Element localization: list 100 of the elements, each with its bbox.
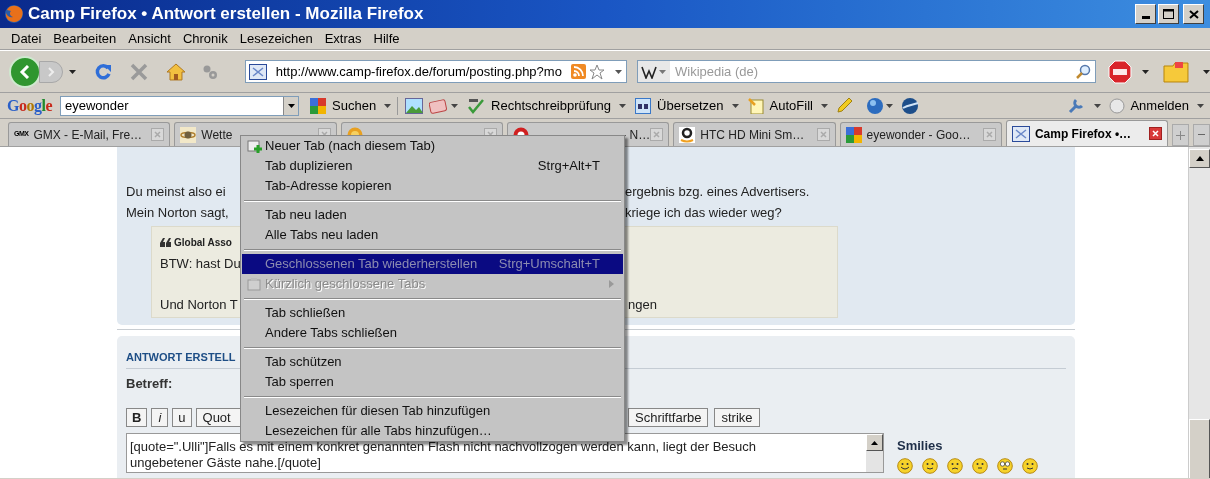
site-icon — [1011, 125, 1030, 142]
back-button[interactable] — [9, 55, 41, 88]
close-button[interactable] — [1183, 4, 1204, 24]
earth-icon[interactable] — [900, 96, 919, 115]
query-field[interactable]: eyewonder — [60, 95, 299, 116]
smiley-icon[interactable] — [947, 458, 963, 474]
format-button[interactable]: B — [126, 408, 148, 427]
menu-item[interactable]: Tab neu laden — [242, 205, 623, 225]
maximize-button[interactable] — [1158, 4, 1179, 24]
search-field[interactable]: Wikipedia (de) — [637, 60, 1097, 83]
dropdown-arrow-icon[interactable] — [451, 103, 459, 108]
format-button[interactable]: Schriftfarbe — [628, 408, 709, 427]
menu-item[interactable]: Tab duplizieren Strg+Alt+T — [242, 156, 623, 176]
scroll-up-button[interactable] — [1189, 149, 1210, 168]
menu-item[interactable]: Hilfe — [367, 29, 406, 48]
dropdown-arrow-icon[interactable] — [1197, 103, 1204, 108]
dropdown-arrow-icon[interactable] — [384, 103, 392, 108]
dropdown-arrow-icon[interactable] — [1203, 69, 1210, 74]
stop-sign-icon[interactable] — [1108, 59, 1133, 84]
toolbar-button[interactable]: Rechtschreibprüfung — [466, 94, 613, 117]
menu-item[interactable]: Ansicht — [122, 29, 177, 48]
tab[interactable]: HTC HD Mini Sm… — [673, 122, 836, 146]
folder-icon[interactable] — [1163, 60, 1189, 83]
smiley-icon[interactable] — [922, 458, 938, 474]
menu-item[interactable]: Bearbeiten — [47, 29, 123, 48]
close-icon — [1188, 9, 1199, 19]
new-tab-icon — [247, 139, 263, 154]
minimize-button[interactable] — [1135, 4, 1156, 24]
search-engine-button[interactable] — [638, 61, 670, 82]
sign-in-button[interactable]: Anmelden — [1109, 95, 1189, 116]
menu-item[interactable]: Tab sperren — [242, 372, 623, 392]
dropdown-arrow-icon[interactable] — [820, 103, 828, 108]
format-button[interactable]: i — [151, 408, 169, 427]
dropdown-arrow-icon[interactable] — [619, 103, 627, 108]
toolbar-button[interactable]: Übersetzen — [634, 94, 725, 117]
smiley-icon[interactable] — [1022, 458, 1038, 474]
google-g-icon — [845, 126, 862, 143]
menu-item[interactable]: Extras — [318, 29, 368, 48]
menu-item[interactable]: Alle Tabs neu laden — [242, 225, 623, 245]
tab-title: Wette — [201, 126, 233, 144]
card-icon[interactable] — [429, 97, 448, 114]
menu-item[interactable]: Tab-Adresse kopieren — [242, 176, 623, 196]
globe-icon[interactable] — [865, 96, 884, 115]
dropdown-arrow-icon[interactable] — [68, 69, 76, 74]
menu-item[interactable]: Tab schließen — [242, 303, 623, 323]
url-field[interactable]: http://www.camp-firefox.de/forum/posting.php?mo — [244, 60, 627, 83]
dropdown-arrow-icon[interactable] — [731, 103, 739, 108]
menu-item[interactable]: Datei — [5, 29, 48, 48]
image-icon[interactable] — [405, 97, 424, 114]
toolbar-button[interactable]: AutoFill — [746, 94, 814, 117]
dropdown-arrow-icon[interactable] — [885, 103, 893, 108]
menu-item[interactable]: Chronik — [176, 29, 234, 48]
tab[interactable]: eyewonder - Goo… — [839, 122, 1002, 146]
menu-item[interactable]: Lesezeichen — [233, 29, 319, 48]
google-g-icon — [310, 97, 326, 114]
tab-icon — [247, 277, 262, 291]
tab-close-icon[interactable] — [1149, 127, 1163, 140]
wrench-icon[interactable] — [1067, 96, 1086, 115]
url-text: http://www.camp-firefox.de/forum/posting.php?mo — [275, 62, 562, 81]
tab[interactable]: Camp Firefox •… — [1005, 120, 1169, 146]
post-text: Du meinst also ei — [126, 184, 226, 199]
smiley-icon[interactable] — [997, 458, 1013, 474]
quote-author: Global Asso — [174, 236, 232, 250]
planet-icon — [180, 126, 197, 143]
message-text-line: [quote=".Ulli"]Falls es mit einem konkret genannten Flash nicht nachvollzogen werden kann, liegt der Besuch — [130, 439, 756, 455]
toolbar-button[interactable]: Suchen — [309, 94, 378, 117]
format-button[interactable]: u — [172, 408, 192, 427]
window-title: Camp Firefox • Antwort erstellen - Mozilla Firefox — [28, 3, 424, 26]
scroll-thumb[interactable] — [1189, 419, 1210, 478]
tab-title: eyewonder - Goo… — [866, 126, 971, 144]
dropdown-arrow-icon[interactable] — [1094, 103, 1102, 108]
up-arrow-icon — [1195, 156, 1204, 161]
dropdown-arrow-icon[interactable] — [615, 69, 622, 74]
tab-title: - N… — [622, 126, 651, 144]
search-input[interactable]: Wikipedia (de) — [675, 61, 1076, 82]
query-text: eyewonder — [64, 96, 130, 115]
post-text: kriege ich das wieder weg? — [625, 204, 782, 222]
scroll-up-button[interactable] — [866, 434, 883, 451]
dropdown-button[interactable] — [283, 96, 298, 115]
dropdown-arrow-icon[interactable] — [287, 103, 295, 108]
post-text: ergebnis bzg. eines Advertisers. — [625, 183, 810, 201]
post-text: Mein Norton sagt, — [126, 205, 229, 220]
quote-text: BTW: hast Du — [160, 256, 241, 271]
tab-title: Camp Firefox •… — [1034, 125, 1132, 143]
google-logo: Google — [7, 95, 52, 117]
format-button[interactable]: strike — [714, 408, 760, 427]
dropdown-arrow-icon[interactable] — [1142, 69, 1150, 74]
menu-item[interactable]: Andere Tabs schließen — [242, 323, 623, 343]
search-icon[interactable] — [1075, 63, 1092, 80]
star-icon[interactable] — [589, 63, 605, 80]
move-icon — [1176, 130, 1186, 140]
spellcheck-icon — [467, 97, 486, 114]
reload-icon[interactable] — [93, 62, 112, 81]
autofill-icon — [747, 97, 764, 114]
up-arrow-icon — [871, 440, 878, 445]
scrollbar[interactable] — [1188, 147, 1210, 478]
home-icon[interactable] — [165, 62, 186, 81]
menu-item[interactable]: Tab schützen — [242, 352, 623, 372]
smiley-icon[interactable] — [897, 458, 913, 474]
quote-text: Und Norton T — [160, 297, 238, 312]
